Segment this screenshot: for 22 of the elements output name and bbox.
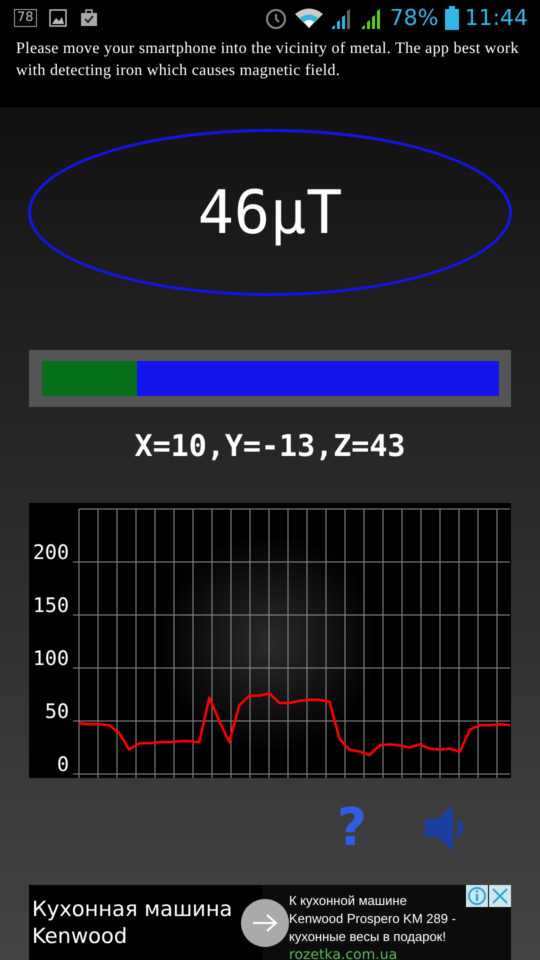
close-icon[interactable] <box>489 885 511 907</box>
ad-headline: Кухонная машина Kenwood <box>32 896 234 950</box>
clock: 11:44 <box>464 6 528 30</box>
alarm-icon <box>264 6 288 30</box>
battery-percent: 78% <box>390 6 439 30</box>
axis-tick-label: 0 <box>56 752 69 776</box>
info-icon[interactable] <box>466 885 488 907</box>
image-icon <box>48 9 67 27</box>
notification-count: 78 <box>14 9 37 27</box>
axis-tick-label: 100 <box>32 646 69 670</box>
wifi-icon <box>294 7 324 29</box>
ad-link[interactable]: rozetka.com.ua <box>289 946 511 960</box>
axis-tick-label: 150 <box>32 593 69 617</box>
field-reading: 46µT <box>198 178 342 248</box>
axis-tick-label: 50 <box>44 699 69 723</box>
battery-icon <box>444 6 459 30</box>
briefcase-icon <box>78 8 99 28</box>
axis-tick-label: 200 <box>32 540 69 564</box>
ad-description: К кухонной машине Kenwood Prospero KM 289 - кухонные весы в подарок! <box>289 892 457 946</box>
arrow-icon <box>252 913 278 933</box>
axis-values: X=10,Y=-13,Z=43 <box>134 428 406 466</box>
instruction-text: Please move your smartphone into the vicinity of metal. The app best work with detecting iron which causes magnetic field. <box>16 39 520 81</box>
